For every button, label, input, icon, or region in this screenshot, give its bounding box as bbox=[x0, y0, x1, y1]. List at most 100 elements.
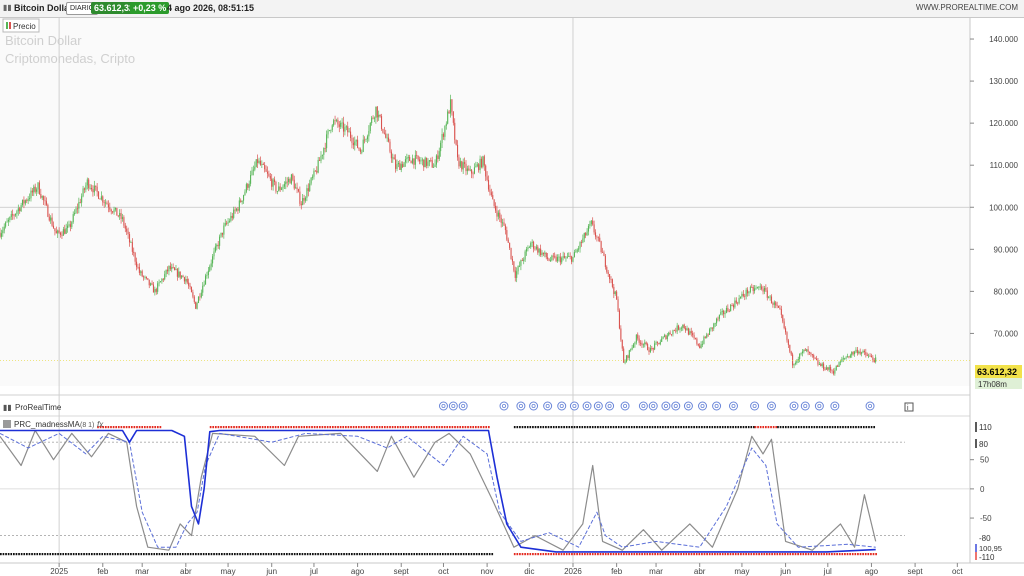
marker-dot bbox=[15, 553, 18, 556]
candle-body bbox=[426, 157, 428, 166]
calendar-event-icon bbox=[582, 401, 592, 411]
candle-body bbox=[130, 242, 132, 243]
marker-dot bbox=[867, 553, 870, 556]
datetime-label: 4 ago 2026, 08:51:15 bbox=[167, 3, 255, 13]
marker-dot bbox=[254, 553, 257, 556]
marker-dot bbox=[111, 553, 114, 556]
candle-body bbox=[313, 170, 315, 177]
marker-dot bbox=[675, 426, 677, 429]
chart-area[interactable]: Bitcoin Dollar Criptomonedas, Cripto Pre… bbox=[0, 18, 1024, 576]
candle-body bbox=[357, 139, 359, 148]
candle-body bbox=[489, 189, 491, 193]
marker-dot bbox=[628, 426, 630, 429]
marker-dot bbox=[742, 426, 745, 429]
site-label[interactable]: WWW.PROREALTIME.COM bbox=[916, 3, 1018, 12]
candle-body bbox=[213, 251, 215, 257]
candle-body bbox=[851, 352, 853, 356]
marker-dot bbox=[821, 426, 824, 429]
candle-body bbox=[365, 139, 367, 140]
marker-dot bbox=[682, 553, 685, 556]
marker-dot bbox=[93, 553, 96, 556]
candle-body bbox=[402, 164, 404, 168]
indicator-name[interactable]: PRC_madnessMA bbox=[14, 420, 80, 429]
symbol-name[interactable]: Bitcoin Dollar bbox=[14, 3, 73, 13]
candle-body bbox=[338, 124, 340, 127]
candle-body bbox=[447, 111, 449, 124]
candle-body bbox=[458, 157, 460, 167]
price-tick-label: 140.000 bbox=[989, 35, 1018, 44]
candle-body bbox=[800, 353, 802, 354]
marker-dot bbox=[842, 426, 844, 429]
osc-tick-label: 0 bbox=[980, 485, 985, 494]
candle-body bbox=[151, 283, 153, 285]
candle-body bbox=[542, 252, 544, 255]
marker-dot bbox=[345, 553, 348, 556]
candle-body bbox=[865, 352, 867, 355]
marker-dot bbox=[750, 553, 753, 556]
candle-body bbox=[174, 267, 176, 271]
candle-body bbox=[617, 299, 619, 311]
marker-dot bbox=[537, 553, 539, 556]
candle-body bbox=[448, 111, 450, 114]
candle-body bbox=[775, 302, 777, 306]
marker-dot bbox=[591, 426, 594, 429]
candle-body bbox=[590, 220, 592, 225]
marker-dot bbox=[599, 553, 602, 556]
marker-dot bbox=[758, 553, 760, 556]
marker-dot bbox=[288, 553, 291, 556]
candle-body bbox=[706, 334, 708, 338]
candle-body bbox=[0, 232, 1, 237]
marker-dot bbox=[253, 426, 256, 429]
marker-dot bbox=[379, 553, 382, 556]
marker-dot bbox=[833, 553, 836, 556]
candle-body bbox=[110, 209, 112, 212]
marker-dot bbox=[737, 553, 740, 556]
marker-dot bbox=[784, 426, 787, 429]
fx-icon[interactable]: fx bbox=[97, 420, 104, 429]
marker-dot bbox=[301, 553, 304, 556]
candle-body bbox=[469, 169, 471, 171]
candle-body bbox=[685, 328, 687, 331]
marker-dot bbox=[597, 553, 599, 556]
candle-body bbox=[603, 252, 605, 256]
marker-dot bbox=[672, 426, 675, 429]
candle-body bbox=[5, 222, 7, 227]
marker-dot bbox=[70, 553, 72, 556]
candle-body bbox=[445, 123, 447, 126]
candle-body bbox=[451, 99, 453, 112]
candle-body bbox=[411, 158, 414, 164]
candle-body bbox=[72, 214, 74, 223]
marker-dot bbox=[643, 426, 646, 429]
marker-dot bbox=[322, 553, 325, 556]
marker-dot bbox=[542, 553, 545, 556]
candle-body bbox=[27, 198, 29, 201]
marker-dot bbox=[563, 426, 565, 429]
marker-dot bbox=[442, 553, 444, 556]
candle-body bbox=[592, 220, 594, 225]
marker-dot bbox=[844, 426, 847, 429]
marker-dot bbox=[7, 553, 10, 556]
candle-body bbox=[665, 335, 667, 340]
candle-body bbox=[837, 365, 839, 367]
marker-dot bbox=[612, 426, 615, 429]
marker-dot bbox=[680, 553, 682, 556]
candle-body bbox=[514, 270, 516, 278]
candle-body bbox=[875, 357, 877, 362]
marker-dot bbox=[238, 426, 241, 429]
candle-body bbox=[403, 162, 405, 168]
marker-dot bbox=[532, 426, 534, 429]
price-panel-bg bbox=[0, 18, 970, 386]
candle-body bbox=[782, 314, 784, 322]
marker-dot bbox=[667, 426, 669, 429]
marker-dot bbox=[688, 553, 690, 556]
marker-dot bbox=[358, 553, 361, 556]
candle-body bbox=[503, 222, 505, 226]
candle-body bbox=[51, 217, 53, 226]
candle-body bbox=[351, 137, 353, 143]
candle-body bbox=[57, 230, 59, 234]
marker-dot bbox=[441, 426, 443, 429]
marker-dot bbox=[698, 426, 701, 429]
marker-dot bbox=[615, 553, 617, 556]
candle-body bbox=[427, 161, 429, 166]
candle-body bbox=[548, 258, 550, 261]
